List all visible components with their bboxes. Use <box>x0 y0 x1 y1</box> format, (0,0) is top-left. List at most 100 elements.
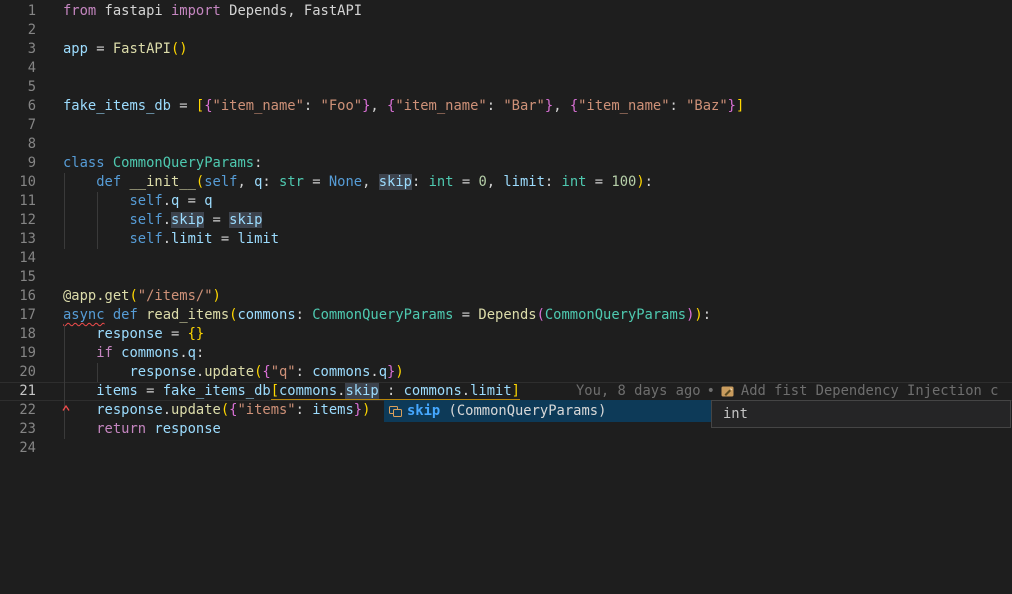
code-token: limit <box>503 174 545 190</box>
line-number[interactable]: 24 <box>0 439 36 458</box>
code-token: return <box>96 421 146 437</box>
line-number[interactable]: 14 <box>0 249 36 268</box>
code-token <box>105 155 113 171</box>
code-token: q <box>379 364 387 380</box>
code-token: ) <box>694 307 702 323</box>
code-token: = <box>138 383 163 399</box>
line-number[interactable]: 21 <box>0 383 36 400</box>
code-line[interactable]: 6fake_items_db = [{"item_name": "Foo"}, … <box>0 97 1012 116</box>
field-icon <box>387 403 403 419</box>
code-token: "q" <box>271 364 296 380</box>
code-line[interactable]: 3app = FastAPI() <box>0 40 1012 59</box>
code-line[interactable]: 12 self.skip = skip <box>0 211 1012 230</box>
code-token: = <box>163 326 188 342</box>
code-line[interactable]: 10 def __init__(self, q: str = None, ski… <box>0 173 1012 192</box>
code-line[interactable]: 5 <box>0 78 1012 97</box>
line-number[interactable]: 9 <box>0 154 36 173</box>
line-number[interactable]: 3 <box>0 40 36 59</box>
code-token: None <box>329 174 362 190</box>
line-number[interactable]: 20 <box>0 363 36 382</box>
line-number[interactable]: 17 <box>0 306 36 325</box>
code-token: , <box>487 174 504 190</box>
code-line[interactable]: 9class CommonQueryParams: <box>0 154 1012 173</box>
code-token: ] <box>736 98 744 114</box>
code-token: . <box>163 231 171 247</box>
code-token: : <box>487 98 504 114</box>
code-line[interactable]: 17async def read_items(commons: CommonQu… <box>0 306 1012 325</box>
line-number[interactable]: 18 <box>0 325 36 344</box>
code-line[interactable]: 4 <box>0 59 1012 78</box>
code-token <box>63 421 96 437</box>
line-number[interactable]: 2 <box>0 21 36 40</box>
code-token: q <box>188 345 196 361</box>
code-line[interactable]: 11 self.q = q <box>0 192 1012 211</box>
code-token: items <box>312 402 354 418</box>
line-number[interactable]: 19 <box>0 344 36 363</box>
code-line-content: response = {} <box>36 325 204 344</box>
code-line[interactable]: 14 <box>0 249 1012 268</box>
suggest-item-signature-text: (CommonQueryParams) <box>449 403 607 419</box>
code-token: : <box>545 174 562 190</box>
code-line-content: response.update({"items": items}) <box>36 401 370 420</box>
code-token: : <box>379 383 404 400</box>
code-token: : <box>196 345 204 361</box>
code-token: "Foo" <box>321 98 363 114</box>
line-number[interactable]: 13 <box>0 230 36 249</box>
code-line[interactable]: 8 <box>0 135 1012 154</box>
code-token: ] <box>512 383 520 400</box>
suggest-item-signature <box>440 403 448 419</box>
line-number[interactable]: 6 <box>0 97 36 116</box>
code-line-content <box>36 59 63 78</box>
line-number[interactable]: 23 <box>0 420 36 439</box>
code-token: : <box>670 98 687 114</box>
code-line-content: self.q = q <box>36 192 213 211</box>
code-token: ( <box>196 174 204 190</box>
code-line[interactable]: 15 <box>0 268 1012 287</box>
code-line[interactable]: 19 if commons.q: <box>0 344 1012 363</box>
line-number[interactable]: 15 <box>0 268 36 287</box>
inline-blame-annotation[interactable]: You, 8 days ago • Add fist Dependency In… <box>576 382 998 401</box>
line-number[interactable]: 4 <box>0 59 36 78</box>
code-line[interactable]: 7 <box>0 116 1012 135</box>
code-token: : <box>412 174 429 190</box>
code-line[interactable]: 2 <box>0 21 1012 40</box>
line-number[interactable]: 16 <box>0 287 36 306</box>
code-line[interactable]: 1from fastapi import Depends, FastAPI <box>0 2 1012 21</box>
code-token: "/items/" <box>138 288 213 304</box>
code-token: = <box>179 193 204 209</box>
line-number[interactable]: 7 <box>0 116 36 135</box>
code-token: } <box>545 98 553 114</box>
code-token: limit <box>470 383 512 400</box>
code-token: ) <box>213 288 221 304</box>
code-token: = <box>213 231 238 247</box>
code-token: [ <box>271 383 279 400</box>
code-token: int <box>429 174 454 190</box>
code-token <box>105 307 113 323</box>
blame-separator: • <box>707 382 715 401</box>
code-line[interactable]: 18 response = {} <box>0 325 1012 344</box>
line-number[interactable]: 11 <box>0 192 36 211</box>
code-token: = <box>204 212 229 228</box>
code-line[interactable]: 20 response.update({"q": commons.q}) <box>0 363 1012 382</box>
code-line[interactable]: 13 self.limit = limit <box>0 230 1012 249</box>
code-line-content: items = fake_items_db[commons.skip : com… <box>36 383 520 400</box>
code-token: { <box>204 98 212 114</box>
suggest-item-label[interactable]: skip <box>407 403 440 419</box>
line-number[interactable]: 10 <box>0 173 36 192</box>
line-number[interactable]: 12 <box>0 211 36 230</box>
line-number[interactable]: 22 <box>0 401 36 420</box>
code-line[interactable]: 24 <box>0 439 1012 458</box>
code-token: , <box>237 174 254 190</box>
code-token: = <box>586 174 611 190</box>
indent-guide <box>64 325 65 439</box>
code-token: app <box>63 41 88 57</box>
code-token: read_items <box>146 307 229 323</box>
code-line[interactable]: 16@app.get("/items/") <box>0 287 1012 306</box>
code-token: skip <box>171 212 204 228</box>
line-number[interactable]: 1 <box>0 2 36 21</box>
line-number[interactable]: 5 <box>0 78 36 97</box>
code-token: commons <box>237 307 295 323</box>
code-token: commons <box>121 345 179 361</box>
line-number[interactable]: 8 <box>0 135 36 154</box>
error-squiggle-icon <box>62 404 72 412</box>
